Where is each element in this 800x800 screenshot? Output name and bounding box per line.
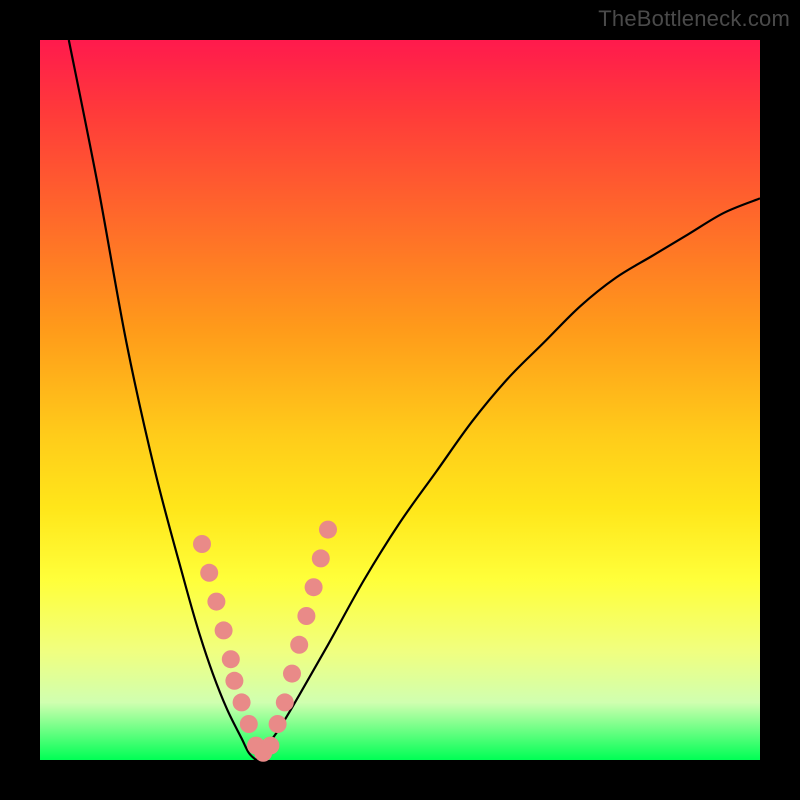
watermark-label: TheBottleneck.com bbox=[598, 6, 790, 32]
sample-dots bbox=[193, 521, 337, 762]
sample-dot bbox=[222, 650, 240, 668]
sample-dot bbox=[207, 593, 225, 611]
sample-dot bbox=[240, 715, 258, 733]
sample-dot bbox=[290, 636, 308, 654]
sample-dot bbox=[283, 665, 301, 683]
sample-dot bbox=[276, 693, 294, 711]
sample-dot bbox=[233, 693, 251, 711]
sample-dot bbox=[261, 737, 279, 755]
sample-dot bbox=[193, 535, 211, 553]
sample-dot bbox=[215, 621, 233, 639]
sample-dot bbox=[200, 564, 218, 582]
plot-area bbox=[40, 40, 760, 760]
chart-stage: TheBottleneck.com bbox=[0, 0, 800, 800]
sample-dot bbox=[305, 578, 323, 596]
sample-dot bbox=[297, 607, 315, 625]
sample-dot bbox=[269, 715, 287, 733]
curves-svg bbox=[40, 40, 760, 760]
sample-dot bbox=[319, 521, 337, 539]
bottleneck-curve-right bbox=[256, 198, 760, 760]
sample-dot bbox=[312, 549, 330, 567]
sample-dot bbox=[225, 672, 243, 690]
